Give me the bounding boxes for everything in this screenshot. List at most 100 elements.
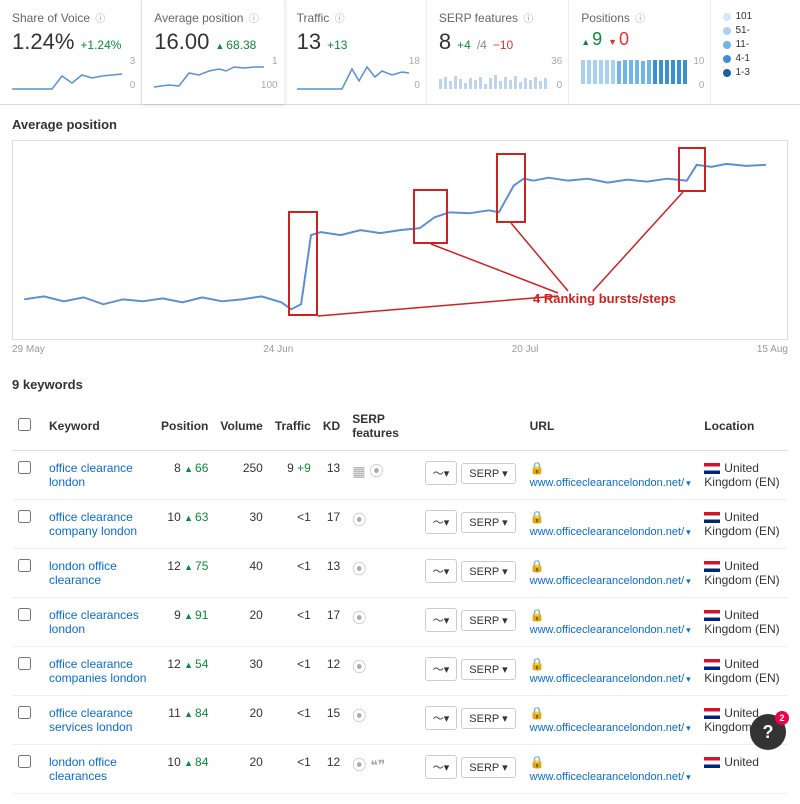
url-link[interactable]: www.officeclearancelondon.net/ bbox=[530, 722, 685, 734]
keywords-table-section: 9 keywords Keyword Position Volume Traff… bbox=[0, 367, 800, 804]
table-row: office clearances london9 9120<117⦿〜▾SER… bbox=[12, 598, 788, 647]
info-icon[interactable]: ⓘ bbox=[335, 14, 345, 25]
url-link[interactable]: www.officeclearancelondon.net/ bbox=[530, 526, 685, 538]
url-link[interactable]: www.officeclearancelondon.net/ bbox=[530, 477, 685, 489]
traffic-value: <1 bbox=[297, 657, 311, 671]
table-row: office clearance london8 662509 +913▦⦿〜▾… bbox=[12, 451, 788, 500]
card-serp-features[interactable]: SERP features ⓘ 8 +4 /4 −10 36 0 bbox=[427, 0, 569, 104]
keyword-link[interactable]: london office clearance bbox=[49, 559, 117, 587]
serp-button[interactable]: SERP ▾ bbox=[461, 757, 515, 778]
position-delta: 84 bbox=[184, 706, 208, 720]
help-badge: 2 bbox=[775, 711, 789, 725]
lock-icon: 🔒 bbox=[530, 510, 545, 524]
legend-item: 51- bbox=[723, 24, 788, 38]
legend-label: 4-1 bbox=[735, 52, 749, 66]
flag-uk-icon bbox=[704, 708, 720, 719]
url-link[interactable]: www.officeclearancelondon.net/ bbox=[530, 673, 685, 685]
spark-tick: 1 bbox=[272, 56, 278, 67]
chart-container[interactable]: 4 Ranking bursts/steps bbox=[12, 140, 788, 340]
trend-button[interactable]: 〜▾ bbox=[425, 559, 458, 583]
keyword-link[interactable]: office clearance services london bbox=[49, 706, 133, 734]
url-link[interactable]: www.officeclearancelondon.net/ bbox=[530, 575, 685, 587]
card-value: 13 bbox=[297, 29, 321, 55]
trend-button[interactable]: 〜▾ bbox=[425, 755, 458, 779]
keyword-link[interactable]: london office clearances bbox=[49, 755, 117, 783]
legend-item: 101 bbox=[723, 10, 788, 24]
chevron-down-icon[interactable]: ▾ bbox=[686, 723, 691, 733]
spark-tick: 0 bbox=[130, 80, 136, 91]
row-checkbox[interactable] bbox=[18, 510, 31, 523]
keyword-link[interactable]: office clearances london bbox=[49, 608, 139, 636]
th-kd[interactable]: KD bbox=[317, 402, 346, 451]
table-row: office clearance company london10 6330<1… bbox=[12, 500, 788, 549]
chevron-down-icon[interactable]: ▾ bbox=[686, 772, 691, 782]
annotation-box bbox=[413, 189, 448, 244]
serp-button[interactable]: SERP ▾ bbox=[461, 708, 515, 729]
trend-button[interactable]: 〜▾ bbox=[425, 608, 458, 632]
th-serp-features[interactable]: SERP features bbox=[346, 402, 417, 451]
chevron-down-icon[interactable]: ▾ bbox=[686, 527, 691, 537]
sparkline-bars bbox=[439, 61, 556, 91]
serp-features-cell: ⦿ bbox=[346, 696, 417, 745]
sitelinks-icon: ▦ bbox=[352, 463, 365, 479]
info-icon[interactable]: ⓘ bbox=[635, 14, 645, 25]
select-all-checkbox[interactable] bbox=[18, 418, 31, 431]
th-url[interactable]: URL bbox=[524, 402, 699, 451]
serp-button[interactable]: SERP ▾ bbox=[461, 512, 515, 533]
card-traffic[interactable]: Traffic ⓘ 13 +13 18 0 bbox=[285, 0, 427, 104]
th-location[interactable]: Location bbox=[698, 402, 788, 451]
serp-button[interactable]: SERP ▾ bbox=[461, 610, 515, 631]
table-header-row: Keyword Position Volume Traffic KD SERP … bbox=[12, 402, 788, 451]
url-link[interactable]: www.officeclearancelondon.net/ bbox=[530, 771, 685, 783]
serp-button[interactable]: SERP ▾ bbox=[461, 561, 515, 582]
info-icon[interactable]: ⓘ bbox=[523, 14, 533, 25]
keyword-link[interactable]: office clearance companies london bbox=[49, 657, 146, 685]
row-checkbox[interactable] bbox=[18, 559, 31, 572]
traffic-value: <1 bbox=[297, 755, 311, 769]
row-checkbox[interactable] bbox=[18, 461, 31, 474]
main-chart-section: Average position 4 Ranking bursts/steps … bbox=[0, 105, 800, 367]
th-traffic[interactable]: Traffic bbox=[269, 402, 317, 451]
position-value: 11 bbox=[168, 706, 180, 720]
kd-value: 17 bbox=[317, 500, 346, 549]
annotation-box bbox=[496, 153, 526, 223]
row-checkbox[interactable] bbox=[18, 755, 31, 768]
card-share-of-voice[interactable]: Share of Voice ⓘ 1.24% +1.24% 3 0 bbox=[0, 0, 142, 104]
keyword-link[interactable]: office clearance company london bbox=[49, 510, 137, 538]
legend-label: 11- bbox=[735, 38, 749, 52]
th-position[interactable]: Position bbox=[155, 402, 214, 451]
row-checkbox[interactable] bbox=[18, 608, 31, 621]
row-checkbox[interactable] bbox=[18, 657, 31, 670]
chevron-down-icon[interactable]: ▾ bbox=[686, 674, 691, 684]
serp-button[interactable]: SERP ▾ bbox=[461, 463, 515, 484]
trend-button[interactable]: 〜▾ bbox=[425, 657, 458, 681]
position-delta: 75 bbox=[184, 559, 208, 573]
row-checkbox[interactable] bbox=[18, 706, 31, 719]
help-button[interactable]: ? 2 bbox=[750, 714, 786, 750]
chevron-down-icon[interactable]: ▾ bbox=[686, 625, 691, 635]
info-icon[interactable]: ⓘ bbox=[249, 14, 259, 25]
serp-button[interactable]: SERP ▾ bbox=[461, 659, 515, 680]
position-delta: 54 bbox=[184, 657, 208, 671]
th-volume[interactable]: Volume bbox=[214, 402, 268, 451]
traffic-value: 9 bbox=[287, 461, 294, 475]
legend-dot bbox=[723, 55, 731, 63]
chevron-down-icon[interactable]: ▾ bbox=[686, 576, 691, 586]
trend-button[interactable]: 〜▾ bbox=[425, 706, 458, 730]
trend-button[interactable]: 〜▾ bbox=[425, 461, 458, 485]
url-link[interactable]: www.officeclearancelondon.net/ bbox=[530, 624, 685, 636]
keyword-link[interactable]: office clearance london bbox=[49, 461, 133, 489]
trend-button[interactable]: 〜▾ bbox=[425, 510, 458, 534]
volume-value: 20 bbox=[214, 696, 268, 745]
th-keyword[interactable]: Keyword bbox=[43, 402, 155, 451]
chevron-down-icon[interactable]: ▾ bbox=[686, 478, 691, 488]
position-value: 9 bbox=[174, 608, 181, 622]
card-positions[interactable]: Positions ⓘ 9 0 10 0 bbox=[569, 0, 711, 104]
serp-features-cell: ⦿ bbox=[346, 549, 417, 598]
card-title: Positions bbox=[581, 11, 630, 25]
kd-value: 15 bbox=[317, 696, 346, 745]
flag-uk-icon bbox=[704, 561, 720, 572]
info-icon[interactable]: ⓘ bbox=[95, 14, 105, 25]
card-average-position[interactable]: Average position ⓘ 16.00 68.38 1 100 bbox=[142, 0, 284, 104]
table-count: 9 keywords bbox=[12, 377, 788, 392]
